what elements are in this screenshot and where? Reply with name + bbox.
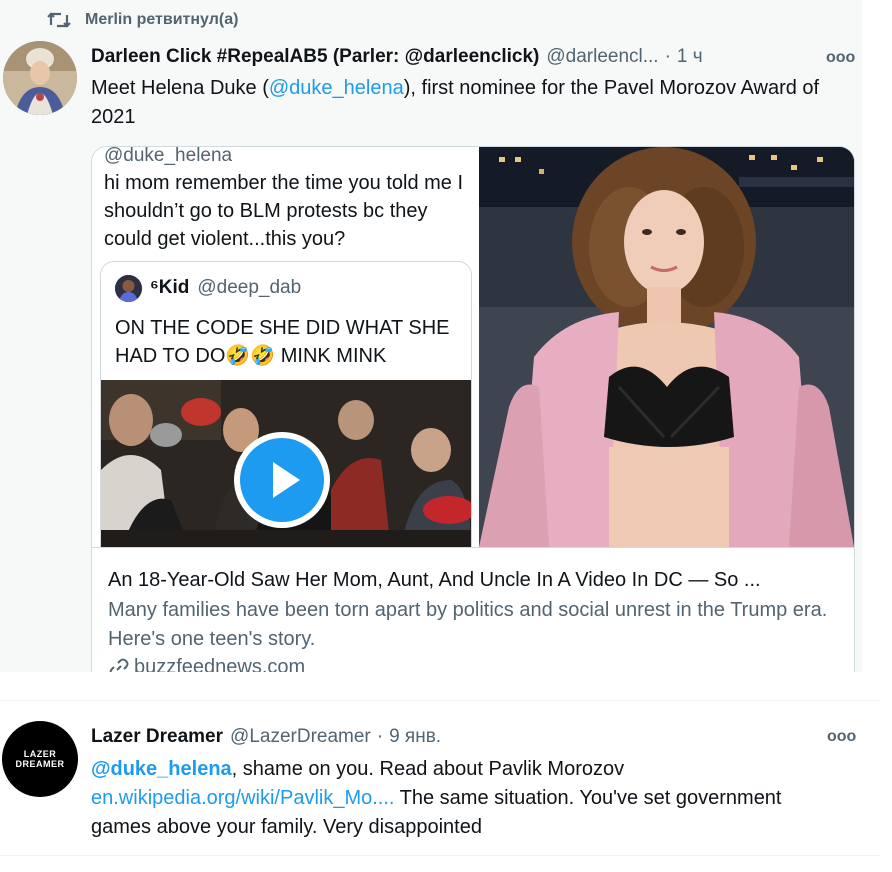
card-domain: buzzfeednews.com bbox=[108, 656, 305, 672]
retweet-icon bbox=[47, 12, 71, 28]
display-name[interactable]: Darleen Click #RepealAB5 (Parler: @darle… bbox=[91, 46, 539, 68]
avatar[interactable] bbox=[3, 41, 77, 115]
tweet-text: Meet Helena Duke (@duke_helena), first n… bbox=[91, 74, 831, 132]
link-card[interactable]: @duke_helena hi mom remember the time yo… bbox=[91, 146, 855, 672]
quoted-text: hi mom remember the time you told me I s… bbox=[104, 172, 464, 250]
tweet-header: Lazer Dreamer @LazerDreamer · 9 янв. bbox=[91, 723, 441, 751]
user-handle[interactable]: @LazerDreamer bbox=[230, 726, 371, 748]
inner-user-handle: @deep_dab bbox=[197, 277, 302, 298]
card-description: Many families have been torn apart by po… bbox=[108, 599, 828, 650]
card-image-left: @duke_helena hi mom remember the time yo… bbox=[92, 147, 476, 547]
card-title: An 18-Year-Old Saw Her Mom, Aunt, And Un… bbox=[108, 569, 761, 591]
avatar-logo-line: DREAMER bbox=[15, 759, 65, 769]
timeline-footer bbox=[0, 856, 892, 872]
video-thumbnail[interactable] bbox=[101, 380, 471, 547]
avatar[interactable]: LAZER DREAMER bbox=[2, 721, 78, 797]
retweeted-tweet[interactable]: Merlin ретвитнул(а) Darleen Click #Repea… bbox=[0, 0, 862, 672]
quoted-handle: @duke_helena bbox=[104, 147, 233, 166]
reply-tweet[interactable]: LAZER DREAMER Lazer Dreamer @LazerDreame… bbox=[0, 700, 880, 856]
user-handle[interactable]: @darleencl... bbox=[546, 46, 658, 68]
separator: · bbox=[664, 46, 671, 67]
mention-link[interactable]: @duke_helena bbox=[269, 77, 404, 99]
play-button[interactable] bbox=[234, 432, 330, 528]
retweet-label: Merlin ретвитнул(а) bbox=[85, 11, 239, 28]
card-domain-text: buzzfeednews.com bbox=[134, 656, 306, 672]
url-link[interactable]: en.wikipedia.org/wiki/Pavlik_Mo.... bbox=[91, 787, 394, 809]
timestamp[interactable]: 9 янв. bbox=[389, 726, 441, 748]
display-name[interactable]: Lazer Dreamer bbox=[91, 726, 223, 748]
inner-tweet-header: ⁶Kid @deep_dab bbox=[115, 272, 301, 304]
retweet-context[interactable]: Merlin ретвитнул(а) bbox=[47, 8, 238, 32]
tweet-text: @duke_helena, shame on you. Read about P… bbox=[91, 755, 831, 842]
tweet-header: Darleen Click #RepealAB5 (Parler: @darle… bbox=[91, 43, 861, 71]
play-icon bbox=[240, 438, 324, 522]
mention-link[interactable]: @duke_helena bbox=[91, 758, 232, 780]
more-icon[interactable]: ooo bbox=[827, 728, 856, 746]
tweet-text-part: Meet Helena Duke ( bbox=[91, 77, 269, 99]
inner-display-name: ⁶Kid bbox=[150, 277, 190, 298]
card-image-right bbox=[479, 147, 854, 547]
card-meta[interactable]: An 18-Year-Old Saw Her Mom, Aunt, And Un… bbox=[92, 547, 854, 672]
more-icon[interactable]: ooo bbox=[826, 49, 855, 67]
timestamp[interactable]: 1 ч bbox=[677, 46, 703, 68]
inner-quoted-tweet: ⁶Kid @deep_dab ON THE CODE SHE DID WHAT … bbox=[100, 261, 472, 547]
avatar bbox=[115, 274, 142, 302]
separator: · bbox=[376, 726, 384, 747]
inner-tweet-text: ON THE CODE SHE DID WHAT SHE HAD TO DO🤣🤣… bbox=[115, 317, 450, 367]
avatar-logo-line: LAZER bbox=[23, 749, 57, 759]
link-icon bbox=[109, 658, 129, 672]
tweet-text-part: , shame on you. Read about Pavlik Morozo… bbox=[231, 758, 625, 780]
